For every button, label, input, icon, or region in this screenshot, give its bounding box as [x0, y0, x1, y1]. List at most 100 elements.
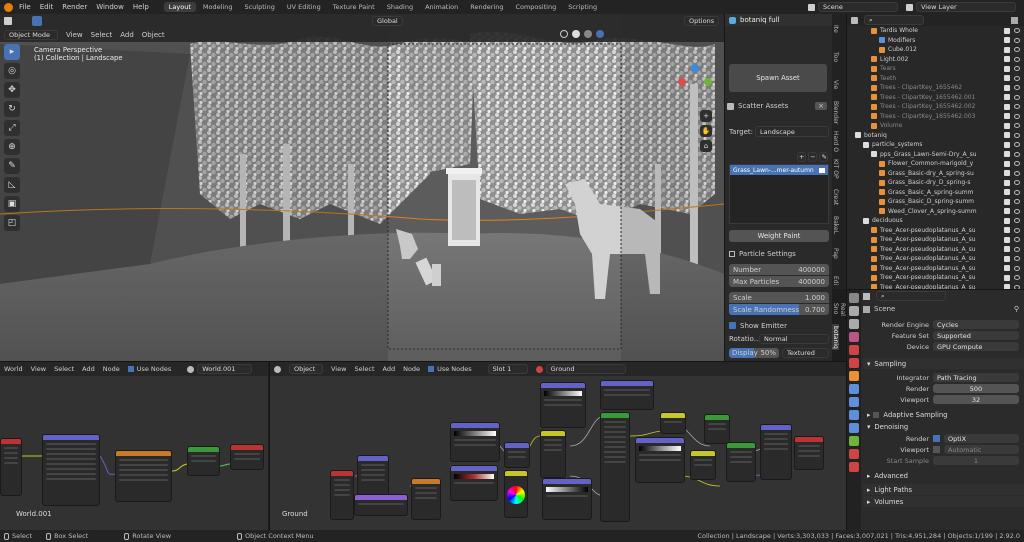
- material-datablock-field[interactable]: Ground: [545, 364, 626, 374]
- wireframe-shading-icon[interactable]: [560, 30, 568, 38]
- exclude-checkbox[interactable]: [1004, 56, 1010, 63]
- feature-set-dropdown[interactable]: Supported: [933, 331, 1019, 340]
- 3d-viewport[interactable]: Global Options Object Mode View Select A…: [0, 14, 724, 361]
- texture-props-icon[interactable]: [849, 462, 859, 472]
- node-mix-c[interactable]: [704, 414, 730, 444]
- scale-field[interactable]: Scale 1.000: [729, 292, 829, 303]
- extra-tool-icon[interactable]: ◰: [4, 215, 20, 231]
- visibility-eye-icon[interactable]: [1014, 227, 1020, 233]
- tab-uv-editing[interactable]: UV Editing: [282, 2, 326, 12]
- viewport-samples-field[interactable]: 32: [933, 395, 1019, 404]
- tab-rendering[interactable]: Rendering: [465, 2, 508, 12]
- node-displacement[interactable]: [760, 424, 792, 480]
- edit-item-icon[interactable]: ✎: [819, 152, 829, 162]
- outliner-editor-icon[interactable]: [851, 16, 858, 24]
- target-field[interactable]: Landscape: [755, 126, 829, 137]
- exclude-checkbox[interactable]: [1004, 274, 1010, 281]
- visibility-eye-icon[interactable]: [1014, 237, 1020, 243]
- outliner-row[interactable]: Cube.012: [847, 45, 1024, 55]
- visibility-eye-icon[interactable]: [1014, 113, 1020, 119]
- exclude-checkbox[interactable]: [1004, 255, 1010, 262]
- move-tool-icon[interactable]: ✥: [4, 82, 20, 98]
- node-noise-texture[interactable]: [411, 478, 441, 520]
- outliner-row[interactable]: Tree_Acer-pseudoplatanus_A_su: [847, 273, 1024, 283]
- outliner-search-input[interactable]: ⌕: [864, 15, 924, 25]
- use-nodes-toggle[interactable]: Use Nodes: [127, 365, 180, 373]
- node-tex-coord[interactable]: [330, 470, 354, 520]
- outliner-row[interactable]: Modifiers: [847, 36, 1024, 46]
- exclude-checkbox[interactable]: [1004, 198, 1010, 205]
- view-layer-selector[interactable]: View Layer: [906, 2, 1016, 12]
- editor-mode-label[interactable]: World: [4, 365, 23, 373]
- use-nodes-checkbox[interactable]: [428, 366, 435, 372]
- tab-edit[interactable]: Edi: [832, 268, 839, 294]
- exclude-checkbox[interactable]: [1004, 84, 1010, 91]
- gizmo-x-icon[interactable]: [678, 78, 686, 86]
- outliner-row[interactable]: Tree_Acer-pseudoplatanus_A_su: [847, 264, 1024, 274]
- menu-node[interactable]: Node: [403, 365, 420, 373]
- gizmo-y-icon[interactable]: [704, 78, 712, 86]
- visibility-eye-icon[interactable]: [1014, 151, 1020, 157]
- exclude-checkbox[interactable]: [1004, 179, 1010, 186]
- select-box-icon[interactable]: [32, 16, 42, 26]
- tab-shading[interactable]: Shading: [382, 2, 418, 12]
- menu-select[interactable]: Select: [91, 31, 113, 39]
- visibility-eye-icon[interactable]: [1014, 37, 1020, 43]
- menu-object[interactable]: Object: [142, 31, 165, 39]
- menu-edit[interactable]: Edit: [40, 3, 54, 11]
- tool-props-icon[interactable]: [849, 293, 859, 303]
- visibility-eye-icon[interactable]: [1014, 180, 1020, 186]
- menu-select[interactable]: Select: [354, 365, 374, 373]
- shader-type-dropdown[interactable]: Object: [289, 364, 323, 374]
- menu-add[interactable]: Add: [120, 31, 134, 39]
- node-environment-texture[interactable]: [115, 450, 172, 502]
- render-samples-field[interactable]: 500: [933, 384, 1019, 393]
- tab-item[interactable]: Ite: [832, 16, 839, 42]
- light-paths-header[interactable]: ▸ Light Paths: [863, 484, 1024, 495]
- physics-props-icon[interactable]: [849, 410, 859, 420]
- menu-help[interactable]: Help: [133, 3, 149, 11]
- show-emitter-checkbox[interactable]: [729, 322, 736, 329]
- denoise-viewport-checkbox[interactable]: [933, 446, 940, 453]
- max-particles-field[interactable]: Max Particles 400000: [729, 276, 829, 287]
- menu-node[interactable]: Node: [103, 365, 120, 373]
- visibility-eye-icon[interactable]: [1014, 104, 1020, 110]
- scatter-list[interactable]: Grass_Lawn-...mer-autumn: [729, 164, 829, 224]
- visibility-eye-icon[interactable]: [1014, 75, 1020, 81]
- denoise-render-dropdown[interactable]: OptiX: [944, 434, 1019, 443]
- outliner-row[interactable]: Volume: [847, 121, 1024, 131]
- editor-type-icon[interactable]: [4, 17, 12, 25]
- start-sample-field[interactable]: 1: [933, 456, 1019, 465]
- use-nodes-toggle[interactable]: Use Nodes: [428, 365, 480, 373]
- adaptive-sampling-header[interactable]: ▸ Adaptive Sampling: [863, 409, 1024, 420]
- node-mapping-b[interactable]: [354, 494, 408, 516]
- data-props-icon[interactable]: [849, 436, 859, 446]
- tab-compositing[interactable]: Compositing: [510, 2, 561, 12]
- gizmo-z-icon[interactable]: [691, 64, 699, 72]
- modifier-props-icon[interactable]: [849, 384, 859, 394]
- number-field[interactable]: Number 400000: [729, 264, 829, 275]
- remove-item-icon[interactable]: −: [808, 152, 818, 162]
- rotation-dropdown[interactable]: Normal: [759, 333, 829, 344]
- zoom-icon[interactable]: +: [700, 110, 712, 122]
- spawn-asset-button[interactable]: Spawn Asset: [729, 64, 827, 92]
- material-props-icon[interactable]: [849, 449, 859, 459]
- visibility-eye-icon[interactable]: [1014, 56, 1020, 62]
- outliner-row[interactable]: Trees - ClipartKey_1655462.002: [847, 102, 1024, 112]
- visibility-eye-icon[interactable]: [1014, 94, 1020, 100]
- exclude-checkbox[interactable]: [1004, 189, 1010, 196]
- exclude-checkbox[interactable]: [1004, 37, 1010, 44]
- exclude-checkbox[interactable]: [1004, 113, 1010, 120]
- render-props-icon[interactable]: [849, 306, 859, 316]
- view-layer-field[interactable]: View Layer: [916, 2, 1016, 12]
- node-mix-shader[interactable]: [726, 442, 756, 482]
- pan-hand-icon[interactable]: ✋: [700, 125, 712, 137]
- exclude-checkbox[interactable]: [1004, 94, 1010, 101]
- exclude-checkbox[interactable]: [1004, 246, 1010, 253]
- tab-blender[interactable]: Blender: [832, 100, 839, 126]
- menu-window[interactable]: Window: [96, 3, 124, 11]
- scale-randomness-slider[interactable]: Scale Randomness 0.700: [729, 304, 829, 315]
- outliner-row[interactable]: Weed_Clover_A_spring-summ: [847, 207, 1024, 217]
- node-mapping[interactable]: [42, 434, 100, 506]
- rendered-shading-icon[interactable]: [596, 30, 604, 38]
